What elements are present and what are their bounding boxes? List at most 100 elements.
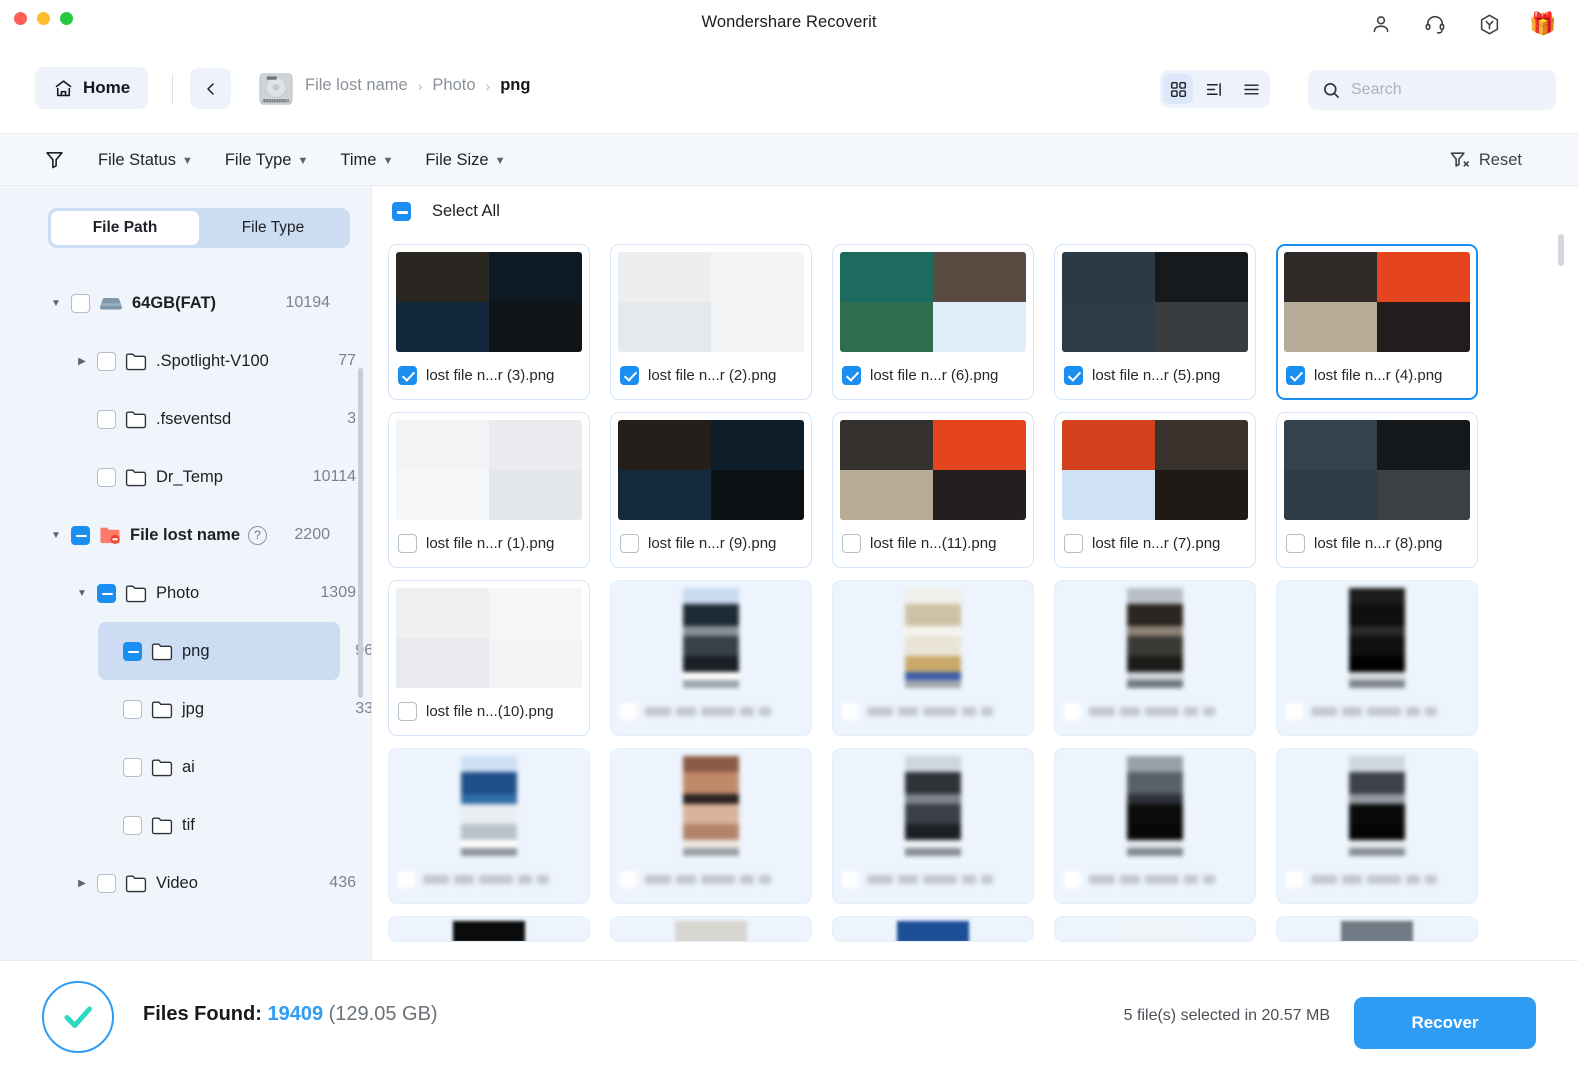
file-checkbox[interactable] — [842, 870, 859, 888]
tree-checkbox[interactable] — [123, 757, 142, 777]
tab-file-type[interactable]: File Type — [199, 211, 347, 245]
file-card[interactable]: lost file n...r (7).png — [1054, 412, 1256, 568]
help-icon[interactable]: ? — [248, 525, 268, 545]
file-card[interactable]: lost file n...(11).png — [832, 412, 1034, 568]
tree-item-png[interactable]: png964 — [98, 622, 371, 680]
filter-file-status[interactable]: File Status ▼ — [98, 151, 193, 170]
chevron-down-icon[interactable]: ▼ — [72, 588, 92, 599]
tree-item-64gb-fat[interactable]: ▼ 64GB(FAT) 10194 — [46, 274, 340, 332]
file-card-placeholder[interactable] — [832, 916, 1034, 942]
home-button[interactable]: Home — [35, 67, 149, 109]
file-checkbox[interactable] — [842, 365, 861, 385]
tree-item-fseventsd[interactable]: .fseventsd 3 — [72, 390, 356, 448]
breadcrumb-item-0[interactable]: File lost name — [305, 76, 408, 95]
tree-item-spotlight-v100[interactable]: ▶ .Spotlight-V100 77 — [72, 332, 356, 390]
search-input[interactable] — [1351, 81, 1536, 99]
file-checkbox[interactable] — [1064, 702, 1081, 720]
file-checkbox[interactable] — [398, 533, 417, 553]
file-checkbox[interactable] — [620, 533, 639, 553]
reset-filters-button[interactable]: Reset — [1449, 134, 1522, 186]
tree-checkbox[interactable] — [71, 525, 90, 545]
tree-checkbox[interactable] — [97, 351, 116, 371]
tree-checkbox[interactable] — [97, 467, 116, 487]
file-card[interactable]: lost file n...r (2).png — [610, 244, 812, 400]
file-checkbox[interactable] — [620, 702, 637, 720]
sidebar-scrollbar[interactable] — [358, 368, 363, 698]
back-button[interactable] — [190, 68, 231, 109]
chevron-right-icon[interactable]: ▶ — [72, 878, 92, 889]
file-card-placeholder[interactable] — [388, 748, 590, 904]
file-card-placeholder[interactable] — [610, 916, 812, 942]
file-checkbox[interactable] — [1286, 533, 1305, 553]
file-checkbox[interactable] — [1064, 870, 1081, 888]
gift-icon[interactable]: 🎁 — [1529, 11, 1556, 37]
toolbar-divider — [172, 74, 173, 104]
file-card[interactable]: lost file n...r (6).png — [832, 244, 1034, 400]
grid-scrollbar[interactable] — [1558, 234, 1564, 266]
account-icon[interactable] — [1368, 11, 1394, 37]
file-checkbox[interactable] — [620, 870, 637, 888]
chevron-down-icon[interactable]: ▼ — [46, 298, 66, 309]
chevron-right-icon[interactable]: ▶ — [72, 356, 92, 367]
tree-checkbox[interactable] — [123, 815, 142, 835]
file-card-placeholder[interactable] — [1276, 916, 1478, 942]
file-card-placeholder[interactable] — [610, 748, 812, 904]
tree-item-ai[interactable]: ai5 — [98, 738, 340, 796]
file-checkbox[interactable] — [1286, 365, 1305, 385]
breadcrumb-item-1[interactable]: Photo — [432, 76, 475, 95]
file-checkbox[interactable] — [1286, 870, 1303, 888]
tree-item-tif[interactable]: tif3 — [98, 796, 340, 854]
recover-button[interactable]: Recover — [1354, 997, 1536, 1049]
file-checkbox[interactable] — [1286, 702, 1303, 720]
file-checkbox[interactable] — [398, 365, 417, 385]
search-box[interactable] — [1308, 70, 1556, 110]
file-card[interactable]: lost file n...r (9).png — [610, 412, 812, 568]
grid-view-button[interactable] — [1163, 74, 1194, 104]
filter-file-size[interactable]: File Size ▼ — [425, 151, 505, 170]
tree-item-jpg[interactable]: jpg 337 — [98, 680, 371, 738]
file-card-placeholder[interactable] — [388, 916, 590, 942]
file-checkbox[interactable] — [842, 702, 859, 720]
support-headset-icon[interactable] — [1422, 11, 1448, 37]
box-product-icon[interactable] — [1476, 11, 1502, 37]
tree-item-dr-temp[interactable]: Dr_Temp 10114 — [72, 448, 356, 506]
tree-item-file-lost-name[interactable]: ▼ File lost name? 2200 — [46, 506, 340, 564]
file-card-placeholder[interactable] — [832, 580, 1034, 736]
tree-item-video[interactable]: ▶ Video 436 — [72, 854, 356, 912]
filter-time[interactable]: Time ▼ — [340, 151, 393, 170]
file-card[interactable]: lost file n...r (5).png — [1054, 244, 1256, 400]
file-checkbox[interactable] — [620, 365, 639, 385]
file-card[interactable]: lost file n...r (1).png — [388, 412, 590, 568]
filter-file-type[interactable]: File Type ▼ — [225, 151, 309, 170]
filter-funnel-icon[interactable] — [44, 149, 65, 175]
file-checkbox[interactable] — [1064, 365, 1083, 385]
file-card-placeholder[interactable] — [1276, 580, 1478, 736]
tree-checkbox[interactable] — [123, 641, 142, 661]
tree-checkbox[interactable] — [97, 583, 116, 603]
file-checkbox[interactable] — [398, 701, 417, 721]
file-card-placeholder[interactable] — [832, 748, 1034, 904]
file-card[interactable]: lost file n...r (4).png — [1276, 244, 1478, 400]
tree-item-photo[interactable]: ▼ Photo 1309 — [72, 564, 356, 622]
chevron-down-icon[interactable]: ▼ — [46, 530, 66, 541]
tree-checkbox[interactable] — [71, 293, 90, 313]
file-card-placeholder[interactable] — [1276, 748, 1478, 904]
file-card[interactable]: lost file n...(10).png — [388, 580, 590, 736]
select-all-control[interactable]: Select All — [392, 202, 500, 221]
file-card-placeholder[interactable] — [1054, 916, 1256, 942]
detail-view-button[interactable] — [1200, 74, 1230, 104]
tree-checkbox[interactable] — [97, 873, 116, 893]
list-view-button[interactable] — [1237, 74, 1267, 104]
file-checkbox[interactable] — [398, 870, 415, 888]
select-all-checkbox[interactable] — [392, 202, 411, 221]
file-card-placeholder[interactable] — [1054, 580, 1256, 736]
file-card-placeholder[interactable] — [1054, 748, 1256, 904]
tree-checkbox[interactable] — [123, 699, 142, 719]
file-card-placeholder[interactable] — [610, 580, 812, 736]
file-card[interactable]: lost file n...r (8).png — [1276, 412, 1478, 568]
tab-file-path[interactable]: File Path — [51, 211, 199, 245]
file-checkbox[interactable] — [1064, 533, 1083, 553]
file-card[interactable]: lost file n...r (3).png — [388, 244, 590, 400]
file-checkbox[interactable] — [842, 533, 861, 553]
tree-checkbox[interactable] — [97, 409, 116, 429]
